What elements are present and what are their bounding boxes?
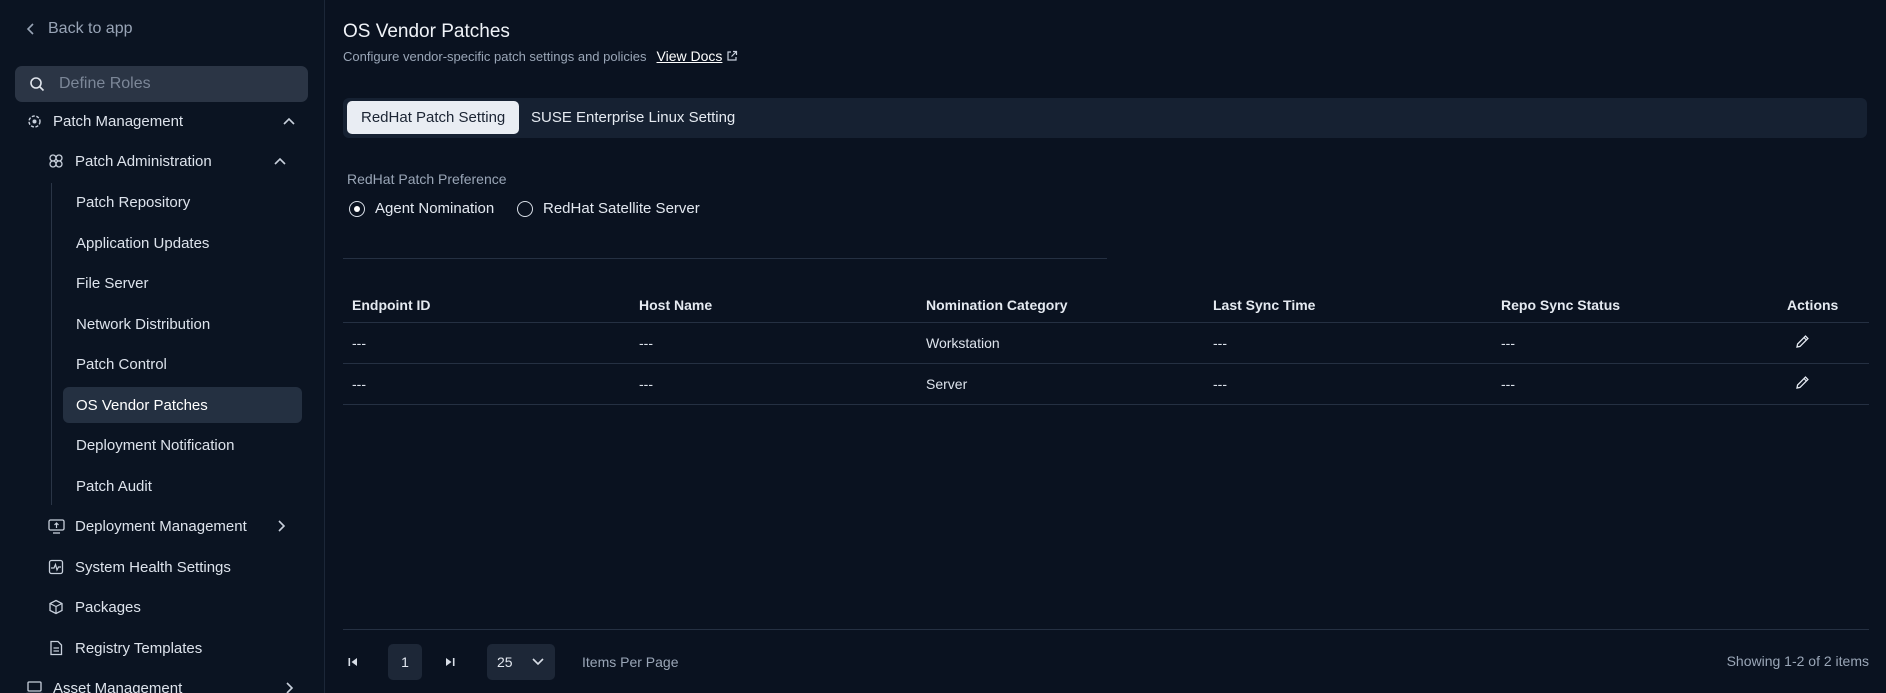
tab-redhat-patch-setting[interactable]: RedHat Patch Setting [347, 101, 520, 134]
column-header: Host Name [630, 288, 917, 323]
cell-actions [1778, 322, 1869, 364]
nomination-table: Endpoint ID Host Name Nomination Categor… [343, 288, 1869, 405]
nav-deployment-management[interactable]: Deployment Management [47, 517, 247, 535]
asset-management-label: Asset Management [53, 679, 183, 693]
nav-packages[interactable]: Packages [47, 598, 141, 616]
sidebar-item-patch-control[interactable]: Patch Control [63, 346, 302, 382]
search-icon [30, 77, 45, 92]
cell-repo-sync-status: --- [1492, 322, 1778, 364]
chevron-up-icon[interactable] [273, 156, 287, 166]
radio-label: Agent Nomination [375, 200, 495, 217]
table-header-row: Endpoint ID Host Name Nomination Categor… [343, 288, 1869, 323]
sidebar-item-os-vendor-patches[interactable]: OS Vendor Patches [63, 387, 302, 423]
footer-divider [343, 629, 1869, 630]
chevron-right-icon[interactable] [284, 681, 294, 693]
per-page-select[interactable]: 25 [487, 644, 555, 680]
column-header: Endpoint ID [343, 288, 630, 323]
last-page-button[interactable] [440, 652, 460, 672]
radio-redhat-satellite-server[interactable]: RedHat Satellite Server [517, 200, 700, 217]
first-page-icon [348, 658, 357, 666]
sidebar-item-application-updates[interactable]: Application Updates [63, 225, 302, 261]
column-header: Repo Sync Status [1492, 288, 1778, 323]
cell-host-name: --- [630, 322, 917, 364]
column-header: Nomination Category [917, 288, 1204, 323]
radio-selected-icon[interactable] [349, 200, 365, 217]
patch-administration-label: Patch Administration [75, 152, 212, 170]
page-subtitle: Configure vendor-specific patch settings… [343, 48, 738, 64]
monitor-upload-icon [47, 517, 65, 535]
nav-registry-templates[interactable]: Registry Templates [47, 639, 202, 657]
cell-actions [1778, 363, 1869, 405]
health-monitor-icon [47, 558, 65, 576]
cell-endpoint-id: --- [343, 322, 630, 364]
sidebar-item-patch-audit[interactable]: Patch Audit [63, 468, 302, 504]
registry-templates-label: Registry Templates [75, 639, 203, 657]
tab-suse-enterprise-linux-setting[interactable]: SUSE Enterprise Linux Setting [517, 101, 749, 134]
external-link-icon [727, 50, 738, 61]
sidebar-item-file-server[interactable]: File Server [63, 265, 302, 301]
patch-management-icon [25, 112, 43, 130]
nav-system-health-settings[interactable]: System Health Settings [47, 558, 231, 576]
sidebar: Back to app Patch Management Patch Admin… [0, 0, 325, 693]
sidebar-item-patch-repository[interactable]: Patch Repository [63, 184, 302, 220]
main-content: OS Vendor Patches Configure vendor-speci… [325, 0, 1886, 693]
per-page-value: 25 [497, 654, 513, 670]
view-docs-link[interactable]: View Docs [657, 48, 739, 64]
view-docs-label: View Docs [656, 48, 723, 64]
chevron-down-icon [532, 658, 544, 666]
tab-bar: RedHat Patch Setting SUSE Enterprise Lin… [343, 98, 1867, 138]
patch-management-label: Patch Management [53, 112, 184, 130]
cell-repo-sync-status: --- [1492, 363, 1778, 405]
document-icon [47, 639, 65, 657]
cell-last-sync-time: --- [1204, 363, 1492, 405]
edit-pencil-icon[interactable] [1795, 334, 1810, 349]
chevron-left-icon [26, 23, 34, 35]
laptop-icon [25, 679, 43, 693]
search-box[interactable] [15, 66, 308, 102]
chevron-right-icon[interactable] [276, 519, 286, 533]
sidebar-item-deployment-notification[interactable]: Deployment Notification [63, 427, 302, 463]
radio-label: RedHat Satellite Server [543, 200, 700, 217]
cell-nomination-category: Workstation [917, 322, 1204, 364]
sidebar-item-network-distribution[interactable]: Network Distribution [63, 306, 302, 342]
page-title: OS Vendor Patches [343, 21, 510, 42]
system-health-label: System Health Settings [75, 558, 231, 576]
cell-endpoint-id: --- [343, 363, 630, 405]
back-to-app-link[interactable]: Back to app [26, 20, 133, 38]
back-label: Back to app [48, 20, 133, 37]
patch-administration-icon [47, 152, 65, 170]
nav-asset-management[interactable]: Asset Management [25, 679, 182, 693]
search-input[interactable] [57, 74, 301, 94]
table-row: --- --- Server --- --- [343, 363, 1869, 405]
radio-agent-nomination[interactable]: Agent Nomination [349, 200, 494, 217]
column-header: Last Sync Time [1204, 288, 1492, 323]
chevron-up-icon[interactable] [282, 116, 296, 126]
cell-last-sync-time: --- [1204, 322, 1492, 364]
cell-nomination-category: Server [917, 363, 1204, 405]
preference-label: RedHat Patch Preference [347, 171, 507, 187]
last-page-icon [446, 658, 455, 666]
packages-label: Packages [75, 598, 141, 616]
radio-unselected-icon[interactable] [517, 200, 533, 217]
deployment-management-label: Deployment Management [75, 517, 247, 535]
items-per-page-label: Items Per Page [582, 654, 679, 670]
subtitle-text: Configure vendor-specific patch settings… [343, 48, 647, 64]
nav-patch-administration[interactable]: Patch Administration [47, 152, 212, 170]
cell-host-name: --- [630, 363, 917, 405]
package-icon [47, 598, 65, 616]
nav-patch-management[interactable]: Patch Management [25, 112, 183, 130]
table-row: --- --- Workstation --- --- [343, 322, 1869, 364]
edit-pencil-icon[interactable] [1795, 375, 1810, 390]
column-header: Actions [1778, 288, 1869, 323]
showing-count: Showing 1-2 of 2 items [1726, 653, 1869, 669]
first-page-button[interactable] [343, 652, 363, 672]
section-divider [343, 258, 1107, 259]
tree-line [51, 183, 52, 505]
page-number-button[interactable]: 1 [388, 644, 422, 680]
